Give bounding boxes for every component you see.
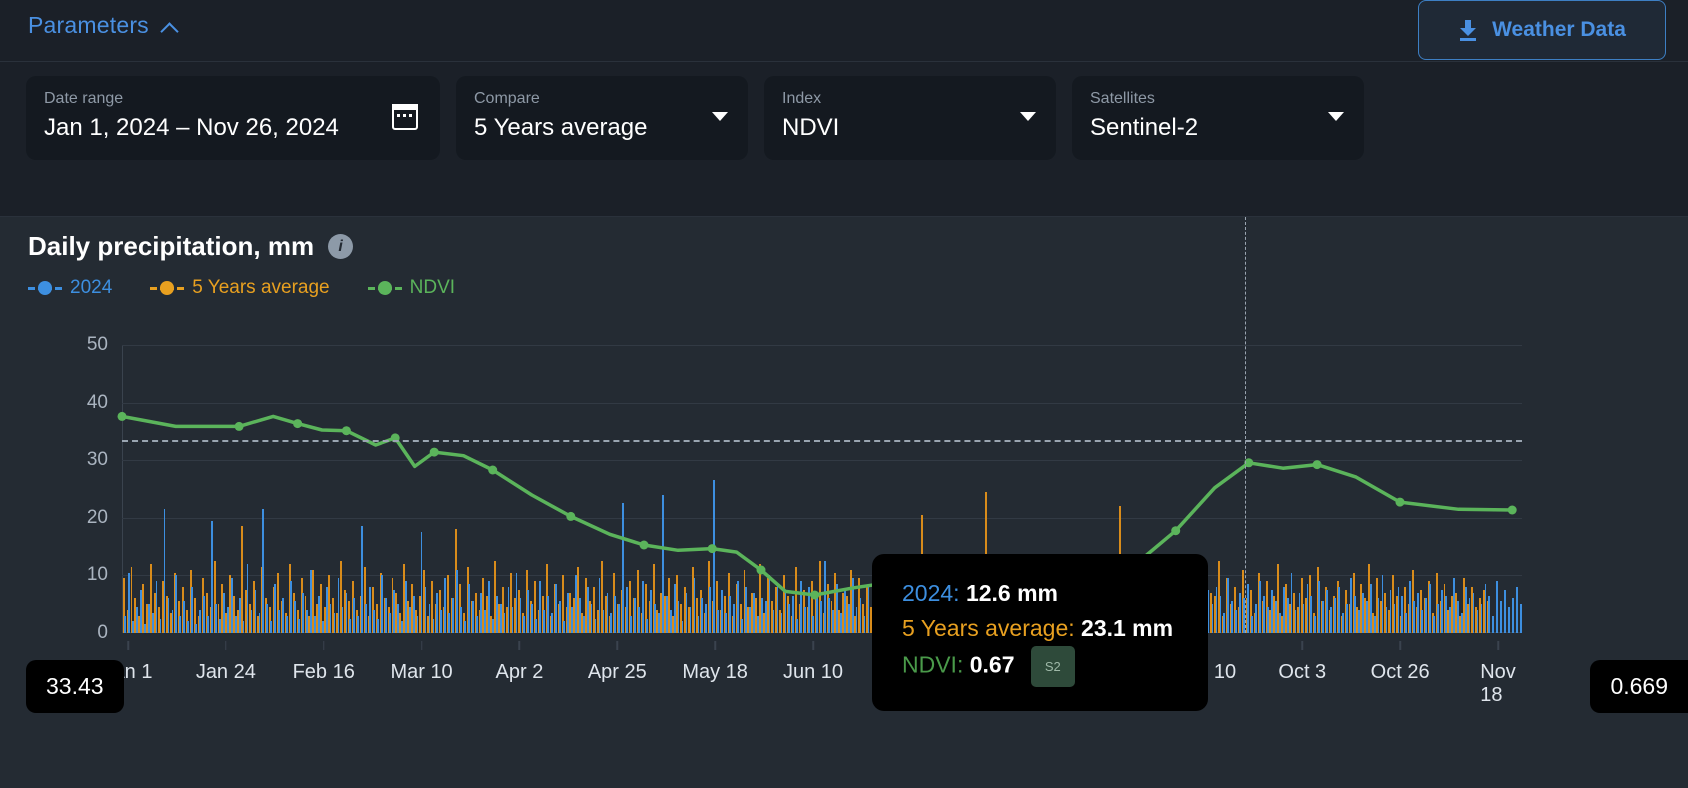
- tooltip-key-2024: 2024: [902, 580, 954, 606]
- compare-value: 5 Years average: [474, 114, 648, 141]
- y-tick-label: 30: [86, 449, 108, 471]
- info-icon[interactable]: i: [328, 234, 354, 259]
- index-value: NDVI: [782, 114, 840, 141]
- top-bar: Parameters Weather Data: [0, 0, 1688, 62]
- tooltip-key-ndvi: NDVI: [902, 651, 957, 678]
- weather-data-button[interactable]: Weather Data: [1418, 0, 1666, 60]
- parameters-row: Date range Jan 1, 2024 – Nov 26, 2024 Co…: [0, 62, 1688, 217]
- x-tick-label: Jun 10: [782, 661, 844, 683]
- chart-header: Daily precipitation, mm i: [28, 231, 354, 262]
- y-tick-label: 40: [86, 391, 108, 413]
- y-tick-label: 0: [97, 622, 108, 643]
- x-tick-label: Jan 24: [195, 661, 256, 683]
- legend-marker-icon: [150, 281, 185, 295]
- compare-caption: Compare: [474, 90, 540, 107]
- satellites-value: Sentinel-2: [1090, 114, 1199, 141]
- legend-marker-icon: [367, 281, 402, 295]
- y-tick-label: 50: [86, 334, 108, 355]
- date-range-caption: Date range: [44, 90, 124, 107]
- x-tick-label: Feb 16: [292, 661, 355, 683]
- x-tick-label: Apr 25: [587, 661, 647, 683]
- compare-select[interactable]: Compare 5 Years average: [456, 76, 748, 160]
- date-range-value: Jan 1, 2024 – Nov 26, 2024: [44, 114, 339, 141]
- satellites-select[interactable]: Satellites Sentinel-2: [1072, 76, 1364, 160]
- chevron-down-icon[interactable]: [1328, 112, 1344, 121]
- legend-item-5-years-average[interactable]: 5 Years average: [150, 277, 330, 299]
- x-tick-label: Mar 10: [390, 661, 453, 683]
- download-icon: [1458, 19, 1478, 41]
- chart-panel: Daily precipitation, mm i 2024 5 Years av…: [0, 217, 1688, 788]
- chart-tooltip: 2024: 12.6 mm 5 Years average: 23.1 mm N…: [872, 554, 1208, 711]
- page-title: Daily precipitation, mm: [28, 231, 315, 261]
- parameters-label: Parameters: [28, 12, 149, 38]
- legend-label: 2024: [70, 277, 113, 298]
- chevron-up-icon: [162, 20, 178, 36]
- chevron-down-icon[interactable]: [712, 112, 728, 121]
- plot-area[interactable]: [117, 217, 1522, 633]
- legend-item-ndvi[interactable]: NDVI: [367, 277, 456, 299]
- legend-item-2024[interactable]: 2024: [28, 277, 112, 299]
- reference-line: [122, 440, 1522, 443]
- tooltip-value-average: 23.1 mm: [1081, 615, 1174, 641]
- x-tick-label: May 18: [682, 661, 748, 683]
- tooltip-key-average: 5 Years average: [902, 615, 1069, 641]
- x-tick-label: Nov 18: [1480, 661, 1516, 706]
- weather-data-label: Weather Data: [1492, 18, 1626, 41]
- legend-label: 5 Years average: [192, 277, 330, 298]
- y-tick-label: 20: [86, 506, 108, 528]
- x-tick-label: Oct 3: [1278, 661, 1327, 683]
- legend-marker-icon: [28, 281, 62, 295]
- satellite-badge: S2: [1030, 646, 1075, 687]
- index-caption: Index: [782, 90, 822, 107]
- tooltip-value-ndvi: 0.67: [969, 651, 1015, 678]
- calendar-icon[interactable]: [392, 104, 418, 130]
- chart-legend: 2024 5 Years average NDVI: [28, 277, 455, 299]
- x-tick-label: Oct 26: [1370, 661, 1430, 683]
- tooltip-row: 5 Years average: 23.1 mm: [902, 615, 1174, 641]
- y-tick-label: 10: [86, 564, 108, 586]
- ndvi-line: [117, 411, 1517, 600]
- date-range-field[interactable]: Date range Jan 1, 2024 – Nov 26, 2024: [26, 76, 440, 160]
- tooltip-value-2024: 12.6 mm: [965, 580, 1059, 606]
- tooltip-row: NDVI: 0.67 S2: [902, 646, 1178, 687]
- parameters-toggle[interactable]: Parameters: [28, 12, 178, 39]
- vertical-cursor: [1244, 217, 1246, 633]
- left-value-pill: 33.43: [26, 660, 124, 713]
- y-axis-labels: 0 10 20 30 40 50: [52, 334, 108, 643]
- legend-label: NDVI: [409, 277, 456, 298]
- index-select[interactable]: Index NDVI: [764, 76, 1056, 160]
- tooltip-row: 2024: 12.6 mm: [902, 580, 1059, 606]
- right-value-pill: 0.669: [1590, 660, 1688, 713]
- satellites-caption: Satellites: [1090, 90, 1155, 107]
- chevron-down-icon[interactable]: [1020, 112, 1036, 121]
- x-tick-label: Apr 2: [495, 661, 544, 683]
